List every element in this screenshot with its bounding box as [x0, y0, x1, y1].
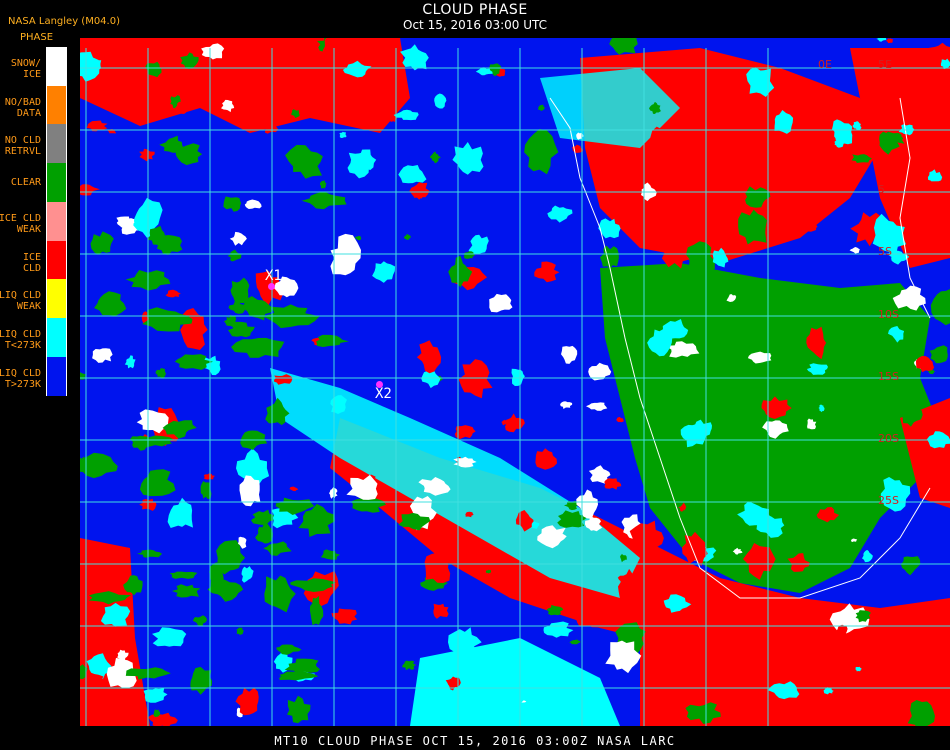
latitude-label: 5	[878, 183, 885, 196]
footer-caption: MT10 CLOUD PHASE OCT 15, 2016 03:00Z NAS…	[274, 734, 676, 748]
ice-cloud-region-northwest	[80, 38, 410, 133]
legend-label-3: NO CLD RETRVL	[4, 135, 41, 158]
legend-swatch-5	[46, 201, 67, 241]
marker-label-x2: X2	[375, 386, 392, 402]
map-title: CLOUD PHASE	[422, 2, 528, 18]
cloud-phase-map	[80, 38, 950, 726]
map-timestamp: Oct 15, 2016 03:00 UTC	[403, 18, 547, 32]
legend-swatch-1	[46, 47, 67, 86]
legend-swatch-2	[46, 85, 67, 125]
legend-swatch-9	[46, 356, 67, 396]
legend-swatch-4	[46, 163, 67, 203]
marker-dot-x2	[376, 381, 383, 388]
legend-label-6: ICE CLD	[22, 251, 41, 274]
longitude-label: 5E	[878, 58, 892, 71]
legend-swatch-3	[46, 124, 67, 164]
legend-label-9: LIQ CLD T>273K	[0, 367, 41, 390]
legend-label-8: LIQ CLD T<273K	[0, 328, 41, 351]
legend-label-2: NO/BAD DATA	[4, 96, 41, 119]
latitude-label: 25S	[878, 494, 899, 507]
marker-label-x1: X1	[265, 268, 282, 284]
legend-swatch-7	[46, 279, 67, 319]
legend-label-5: ICE CLD WEAK	[0, 212, 41, 235]
cloud-phase-map-image	[80, 38, 950, 726]
legend-heading: PHASE	[20, 32, 54, 43]
producer-label: NASA Langley (M04.0)	[8, 16, 120, 27]
legend-label-4: CLEAR	[10, 177, 41, 189]
legend-label-7: LIQ CLD WEAK	[0, 290, 41, 313]
legend-swatch-8	[46, 317, 67, 357]
latitude-label: 10S	[878, 308, 899, 321]
latitude-label: 15S	[878, 370, 899, 383]
legend-label-1: SNOW/ICE	[10, 58, 41, 80]
legend-swatch-6	[46, 240, 67, 280]
latitude-label: 5S	[878, 245, 892, 258]
latitude-label: 20S	[878, 432, 899, 445]
marker-dot-x1	[268, 283, 275, 290]
longitude-label: 0E	[818, 58, 832, 71]
